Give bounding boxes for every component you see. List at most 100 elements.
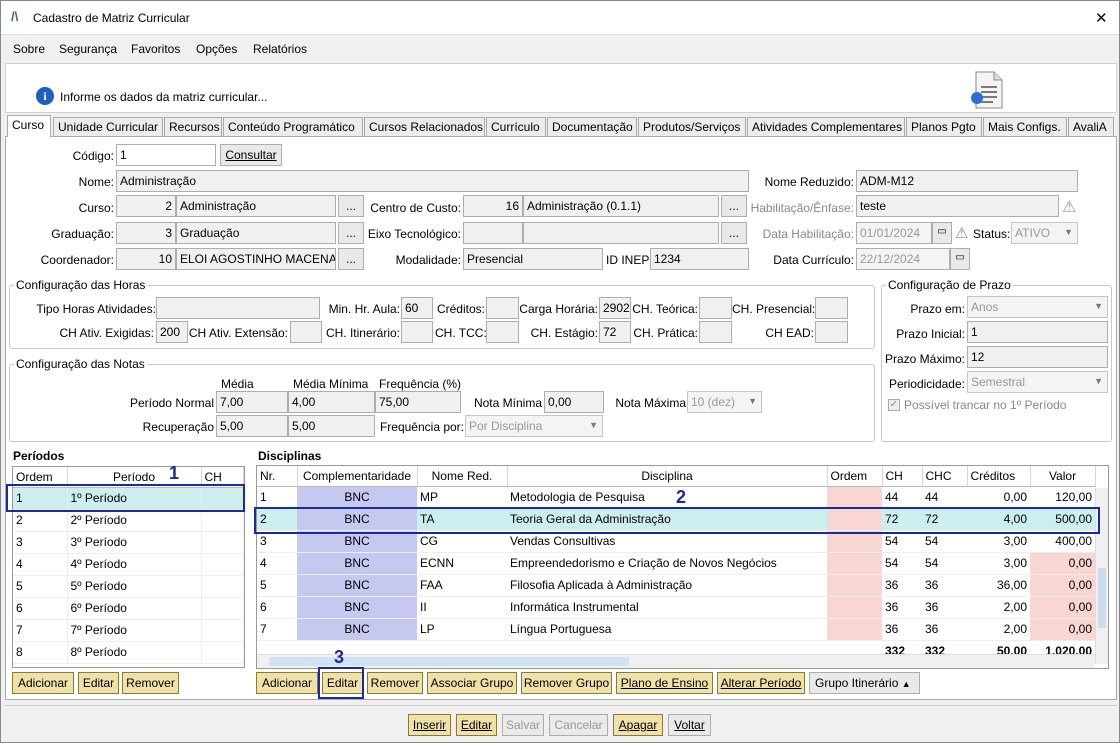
col-ordem[interactable]: Ordem [13,467,68,488]
centro-custo-code-input[interactable]: 16 [463,195,523,217]
habilitacao-input[interactable]: teste [856,195,1059,217]
nota-minima-input[interactable]: 0,00 [544,391,604,413]
trancar-checkbox[interactable]: ✓ [888,399,900,411]
rec-media-input[interactable]: 5,00 [216,415,288,437]
pn-media-minima-input[interactable]: 4,00 [288,391,375,413]
tab-planos-pgto[interactable]: Planos Pgto [906,117,982,137]
vertical-scrollbar[interactable] [1095,488,1108,664]
disciplina-remove-button[interactable]: Remover [367,672,423,694]
ch-pratica-input[interactable] [699,321,732,343]
graduacao-code-input[interactable]: 3 [116,222,176,244]
periodo-row[interactable]: 6 6º Período [13,597,244,620]
periodo-row[interactable]: 5 5º Período [13,575,244,598]
menu-sobre[interactable]: Sobre [13,42,45,56]
prazo-maximo-input[interactable]: 12 [967,346,1108,368]
periodos-grid[interactable]: Ordem Período CH 1 1º Período 2 2º Período 3… [12,466,245,668]
editar-button[interactable]: Editar [456,714,497,736]
nome-reduzido-input[interactable]: ADM-M12 [856,170,1078,192]
tab-curso[interactable]: Curso [7,115,51,137]
ch-estagio-input[interactable]: 72 [599,321,631,343]
nome-input[interactable]: Administração [116,170,749,192]
ch-ativ-extensao-input[interactable] [290,321,322,343]
tab-conteudo-programatico[interactable]: Conteúdo Programático [223,117,363,137]
prazo-em-select[interactable]: Anos ▼ [967,296,1108,318]
periodo-row[interactable]: 3 3º Período [13,531,244,554]
col-creditos[interactable]: Créditos [967,466,1031,487]
data-curriculo-input[interactable]: 22/12/2024 [856,248,950,270]
voltar-button[interactable]: Voltar [668,714,711,736]
menu-relatorios[interactable]: Relatórios [253,42,307,56]
curso-lookup-button[interactable]: ... [338,195,364,217]
graduacao-name-input[interactable]: Graduação [176,222,336,244]
disciplina-row[interactable]: 2 BNC TA Teoria Geral da Administração 72 72 4… [257,508,1095,531]
nota-maxima-select[interactable]: 10 (dez) ▼ [687,391,762,413]
tab-mais-configs[interactable]: Mais Configs. [983,117,1067,137]
calendar-icon[interactable]: ▭ [932,222,952,244]
tipo-horas-input[interactable] [156,297,320,319]
periodo-row[interactable]: 1 1º Período [13,487,244,510]
periodo-row[interactable]: 4 4º Período [13,553,244,576]
periodicidade-select[interactable]: Semestral ▼ [967,371,1108,393]
col-chc[interactable]: CHC [922,466,968,487]
ch-presencial-input[interactable] [815,297,848,319]
col-ordem[interactable]: Ordem [827,466,883,487]
col-complementaridade[interactable]: Complementaridade [297,466,418,487]
plano-ensino-button[interactable]: Plano de Ensino [616,672,713,694]
col-nr[interactable]: Nr. [257,466,298,487]
min-hr-aula-input[interactable]: 60 [401,297,433,319]
rec-media-minima-input[interactable]: 5,00 [288,415,375,437]
centro-custo-name-input[interactable]: Administração (0.1.1) [523,195,719,217]
pn-frequencia-input[interactable]: 75,00 [375,391,461,413]
close-icon[interactable]: ✕ [1095,9,1108,27]
ch-itinerario-input[interactable] [401,321,433,343]
hscroll-thumb[interactable] [269,657,629,666]
calendar-icon[interactable]: ▭ [950,248,970,270]
tab-produtos-servicos[interactable]: Produtos/Serviços [638,117,746,137]
tab-cursos-relacionados[interactable]: Cursos Relacionados [364,117,485,137]
disciplina-edit-button[interactable]: Editar [322,672,363,694]
tab-avalia[interactable]: AvaliA [1068,117,1114,137]
modalidade-input[interactable]: Presencial [463,248,603,270]
inep-input[interactable]: 1234 [650,248,749,270]
col-ch[interactable]: CH [201,467,244,488]
grupo-itinerario-button[interactable]: Grupo Itinerário ▲ [809,672,920,694]
disciplina-row[interactable]: 3 BNC CG Vendas Consultivas 54 54 3,00 400,00 [257,530,1095,553]
col-periodo[interactable]: Período [67,467,202,488]
status-select[interactable]: ATIVO ▼ [1011,222,1078,244]
periodo-row[interactable]: 2 2º Período [13,509,244,532]
menu-opcoes[interactable]: Opções [196,42,237,56]
pn-media-input[interactable]: 7,00 [216,391,288,413]
disciplina-row[interactable]: 7 BNC LP Língua Portuguesa 36 36 2,00 0,00 [257,618,1095,641]
associar-grupo-button[interactable]: Associar Grupo [427,672,517,694]
freq-por-select[interactable]: Por Disciplina ▼ [465,415,603,437]
graduacao-lookup-button[interactable]: ... [338,222,364,244]
tab-curriculo[interactable]: Currículo [486,117,546,137]
periodo-row[interactable]: 8 8º Período [13,641,244,664]
curso-name-input[interactable]: Administração [176,195,336,217]
disciplina-add-button[interactable]: Adicionar [256,672,318,694]
coordenador-name-input[interactable]: ELOI AGOSTINHO MACENA [176,248,336,270]
prazo-inicial-input[interactable]: 1 [967,321,1108,343]
consultar-button[interactable]: Consultar [220,144,282,166]
curso-code-input[interactable]: 2 [116,195,176,217]
alterar-periodo-button[interactable]: Alterar Período [717,672,805,694]
coordenador-lookup-button[interactable]: ... [338,248,364,270]
coordenador-code-input[interactable]: 10 [116,248,176,270]
col-nome-red[interactable]: Nome Red. [417,466,508,487]
tab-atividades-complementares[interactable]: Atividades Complementares [747,117,905,137]
creditos-input[interactable] [486,297,519,319]
eixo-code-input[interactable] [463,222,523,244]
periodo-add-button[interactable]: Adicionar [12,672,74,694]
periodo-remove-button[interactable]: Remover [122,672,179,694]
carga-horaria-input[interactable]: 2902 [599,297,631,319]
centro-custo-lookup-button[interactable]: ... [721,195,747,217]
ch-ativ-exigidas-input[interactable]: 200 [156,321,188,343]
salvar-button[interactable]: Salvar [502,714,544,736]
apagar-button[interactable]: Apagar [613,714,663,736]
horizontal-scrollbar[interactable] [257,654,1095,668]
col-disciplina[interactable]: Disciplina [507,466,828,487]
ch-tcc-input[interactable] [486,321,519,343]
inserir-button[interactable]: Inserir [408,714,451,736]
cancelar-button[interactable]: Cancelar [549,714,608,736]
tab-unidade-curricular[interactable]: Unidade Curricular [53,117,163,137]
